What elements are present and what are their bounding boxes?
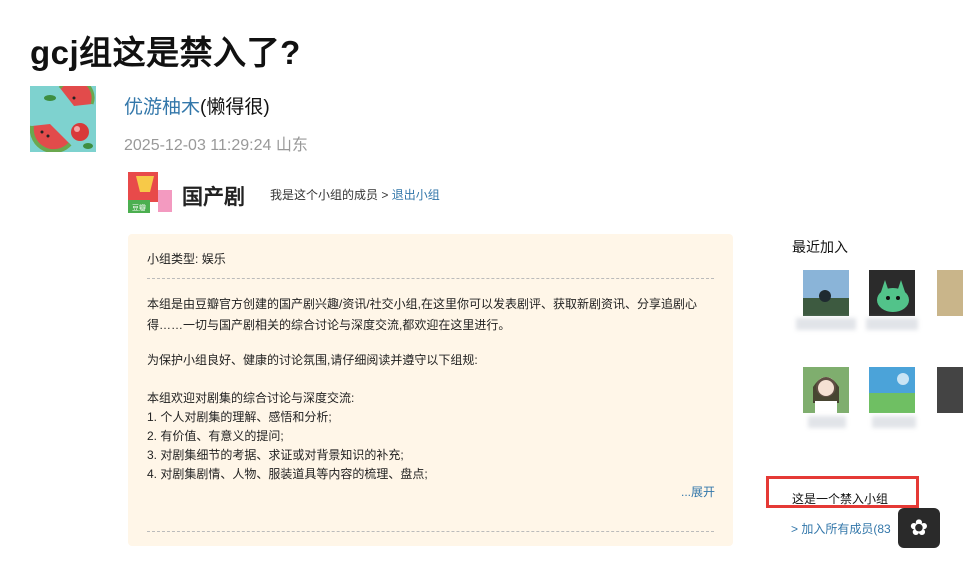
membership-status: 我是这个小组的成员 > 退出小组 [270,186,440,203]
member-avatar[interactable] [937,367,963,413]
group-logo[interactable]: 豆瓣 [128,172,172,214]
member-avatar[interactable] [869,367,915,413]
member-avatar[interactable] [869,270,915,316]
member-name-blurred [808,416,846,428]
group-type-value: 娱乐 [201,252,226,266]
watermark-icon: ✿ [898,508,940,548]
description-line: 本组是由豆瓣官方创建的国产剧兴趣/资讯/社交小组,在这里你可以发表剧评、获取新剧… [147,297,698,311]
description-line: 2. 有价值、有意义的提问; [147,429,284,443]
description-line: 为保护小组良好、健康的讨论氛围,请仔细阅读并遵守以下组规: [147,353,478,367]
member-name-blurred [872,416,916,428]
post-location: 山东 [275,137,308,154]
group-info-panel: 小组类型: 娱乐 本组是由豆瓣官方创建的国产剧兴趣/资讯/社交小组,在这里你可以… [128,234,733,546]
description-line: 1. 个人对剧集的理解、感悟和分析; [147,410,332,424]
description-line: 本组欢迎对剧集的综合讨论与深度交流: [147,391,355,405]
group-name[interactable]: 国产剧 [182,181,245,211]
description-line: 4. 对剧集剧情、人物、服装道具等内容的梳理、盘点; [147,467,428,481]
member-name-blurred [796,318,856,330]
author-avatar[interactable] [30,86,96,152]
divider [147,278,714,279]
all-members-link[interactable]: > 加入所有成员(83 [791,520,891,537]
post-datetime: 2025-12-03 11:29:24 [124,137,272,154]
group-logo-text: 豆瓣 [132,203,146,212]
member-name-blurred [866,318,918,330]
author-line: 优游柚木(懒得很) [124,92,270,119]
member-avatar[interactable] [803,270,849,316]
post-title: gcj组这是禁入了? [30,34,301,71]
member-avatar[interactable] [937,270,963,316]
leave-group-link[interactable]: 退出小组 [392,188,440,202]
author-note: (懒得很) [200,97,270,118]
description-line: 3. 对剧集细节的考据、求证或对背景知识的补充; [147,448,404,462]
group-type: 小组类型: 娱乐 [147,250,226,267]
member-avatar[interactable] [803,367,849,413]
author-link[interactable]: 优游柚木 [124,97,200,118]
divider [147,531,714,532]
description-line: 得……一切与国产剧相关的综合讨论与深度交流,都欢迎在这里进行。 [147,318,511,332]
membership-text: 我是这个小组的成员 > [270,188,389,202]
banned-group-notice: 这是一个禁入小组 [792,492,889,506]
group-type-label: 小组类型: [147,252,199,266]
post-meta: 2025-12-03 11:29:24 山东 [124,131,308,155]
recent-members-title: 最近加入 [792,239,848,255]
expand-link[interactable]: ...展开 [681,483,715,500]
